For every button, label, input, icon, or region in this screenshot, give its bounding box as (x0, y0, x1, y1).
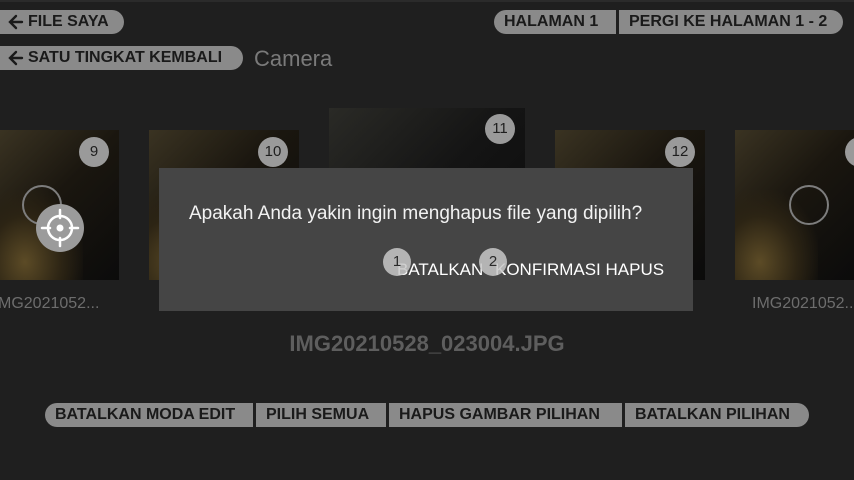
cancel-selection-button[interactable]: BATALKAN PILIHAN (625, 403, 809, 427)
arrow-left-icon (8, 46, 24, 78)
confirm-delete-button[interactable]: KONFIRMASI HAPUS (495, 260, 664, 280)
page-indicator[interactable]: HALAMAN 1 (494, 10, 616, 34)
thumbnail-caption: IMG2021052... (752, 295, 854, 312)
top-strip (0, 0, 854, 2)
overlay-marker: 2 (479, 248, 507, 276)
dialog-message: Apakah Anda yakin ingin menghapus file y… (189, 203, 643, 224)
folder-name: Camera (254, 46, 333, 71)
arrow-left-icon (8, 10, 24, 42)
up-one-level-label: SATU TINGKAT KEMBALI (28, 49, 223, 66)
thumbnail-number-badge: 9 (79, 137, 109, 167)
thumbnail-number-badge: 10 (258, 137, 288, 167)
goto-page-button[interactable]: PERGI KE HALAMAN 1 - 2 (619, 10, 843, 34)
crosshair-icon[interactable] (36, 204, 84, 252)
current-file-name: IMG20210528_023004.JPG (289, 331, 565, 356)
delete-confirm-dialog: Apakah Anda yakin ingin menghapus file y… (159, 168, 693, 311)
overlay-marker: 1 (383, 248, 411, 276)
delete-selected-button[interactable]: HAPUS GAMBAR PILIHAN (389, 403, 622, 427)
gallery-screen: FILE SAYA SATU TINGKAT KEMBALI Camera HA… (0, 0, 854, 480)
back-to-files-label: FILE SAYA (28, 13, 109, 30)
select-circle-icon[interactable] (789, 185, 829, 225)
up-one-level-button[interactable]: SATU TINGKAT KEMBALI (0, 46, 243, 70)
select-all-button[interactable]: PILIH SEMUA (256, 403, 386, 427)
back-to-files-button[interactable]: FILE SAYA (0, 10, 124, 34)
thumbnail-13[interactable] (735, 130, 854, 280)
thumbnail-number-badge: 12 (665, 137, 695, 167)
cancel-edit-mode-button[interactable]: BATALKAN MODA EDIT (45, 403, 253, 427)
thumbnail-caption: MG2021052... (0, 295, 100, 312)
thumbnail-number-badge: 11 (485, 114, 515, 144)
